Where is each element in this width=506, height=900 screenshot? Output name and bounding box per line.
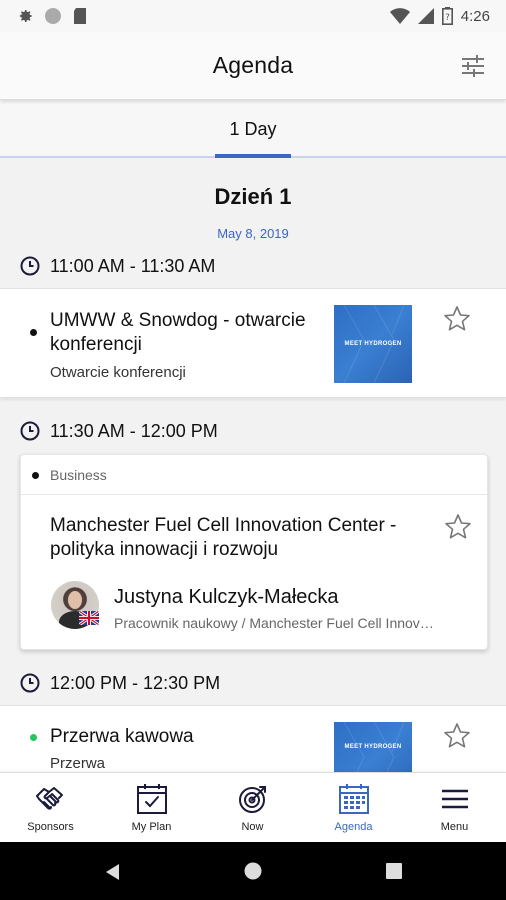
nav-label: Now <box>241 821 264 833</box>
session-card[interactable]: UMWW & Snowdog - otwarcie konferencji Ot… <box>0 288 506 398</box>
circle-icon <box>45 8 61 24</box>
battery-icon: ? <box>441 7 453 25</box>
wifi-icon <box>389 8 410 24</box>
handshake-icon <box>36 787 63 810</box>
session-thumbnail: MEET HYDROGEN <box>334 722 412 772</box>
agenda-list[interactable]: Dzień 1 May 8, 2019 11:00 AM - 11:30 AM … <box>0 160 506 772</box>
sd-card-icon <box>74 8 86 24</box>
session-title: Manchester Fuel Cell Innovation Center -… <box>50 515 397 560</box>
nav-menu[interactable]: Menu <box>404 773 505 843</box>
nav-now[interactable]: Now <box>202 773 303 843</box>
speaker-name: Justyna Kulczyk-Małecka <box>114 586 339 608</box>
category-dot <box>32 472 39 479</box>
session-thumbnail: MEET HYDROGEN <box>334 305 412 383</box>
system-navigation-bar <box>0 842 506 900</box>
session-time-header: 12:00 PM - 12:30 PM <box>20 671 220 695</box>
back-icon[interactable] <box>104 863 120 881</box>
nav-my-plan[interactable]: My Plan <box>101 773 202 843</box>
settings-icon <box>19 10 32 23</box>
hamburger-icon <box>442 789 468 809</box>
nav-agenda[interactable]: Agenda <box>303 773 404 843</box>
clock-icon <box>20 673 40 693</box>
favorite-star-icon[interactable] <box>444 513 472 541</box>
nav-sponsors[interactable]: Sponsors <box>0 773 101 843</box>
status-time: 4:26 <box>460 7 490 25</box>
session-time: 12:00 PM - 12:30 PM <box>50 672 221 693</box>
favorite-star-icon[interactable] <box>443 305 471 333</box>
uk-flag-icon <box>79 611 99 625</box>
day-title: Dzień 1 <box>214 184 292 209</box>
status-bar: ? 4:26 <box>0 0 506 32</box>
tab-1-day[interactable]: 1 Day <box>215 100 291 158</box>
nav-label: Sponsors <box>27 821 74 833</box>
thumbnail-logo-text: MEET HYDROGEN <box>344 744 402 750</box>
day-date: May 8, 2019 <box>217 226 289 241</box>
session-dot <box>30 734 37 741</box>
calendar-check-icon <box>137 784 167 814</box>
favorite-star-icon[interactable] <box>443 722 471 750</box>
session-card[interactable]: Business Manchester Fuel Cell Innovation… <box>20 454 488 650</box>
signal-icon <box>417 8 434 24</box>
session-time-header: 11:00 AM - 11:30 AM <box>20 254 215 278</box>
session-title: UMWW & Snowdog - otwarcie konferencji <box>50 310 306 355</box>
page-title: Agenda <box>212 52 294 78</box>
clock-icon <box>20 256 40 276</box>
nav-label: Menu <box>440 821 469 833</box>
bottom-nav: Sponsors My Plan Now Agenda Menu <box>0 772 506 842</box>
filter-sliders-icon[interactable] <box>460 54 486 78</box>
session-dot <box>30 329 37 336</box>
calendar-grid-icon <box>339 784 369 814</box>
category-label: Business <box>50 467 107 483</box>
tab-indicator <box>215 154 291 158</box>
nav-label: Agenda <box>334 821 373 833</box>
app-bar: Agenda <box>0 32 506 100</box>
session-time: 11:30 AM - 12:00 PM <box>50 420 218 441</box>
svg-text:?: ? <box>445 13 450 23</box>
target-icon <box>239 786 266 813</box>
session-subtitle: Przerwa <box>50 755 106 772</box>
thumbnail-logo-text: MEET HYDROGEN <box>344 341 402 347</box>
recents-icon[interactable] <box>386 863 402 879</box>
nav-label: My Plan <box>131 821 172 833</box>
tab-bar: 1 Day <box>0 100 506 158</box>
home-icon[interactable] <box>244 862 262 880</box>
category-row: Business <box>21 455 487 495</box>
session-time-header: 11:30 AM - 12:00 PM <box>20 419 218 443</box>
session-card[interactable]: Przerwa kawowa Przerwa MEET HYDROGEN <box>0 705 506 772</box>
clock-icon <box>20 421 40 441</box>
session-subtitle: Otwarcie konferencji <box>50 364 186 381</box>
session-time: 11:00 AM - 11:30 AM <box>50 255 216 276</box>
speaker-role: Pracownik naukowy / Manchester Fuel Cell… <box>114 615 434 631</box>
session-title: Przerwa kawowa <box>50 726 194 747</box>
